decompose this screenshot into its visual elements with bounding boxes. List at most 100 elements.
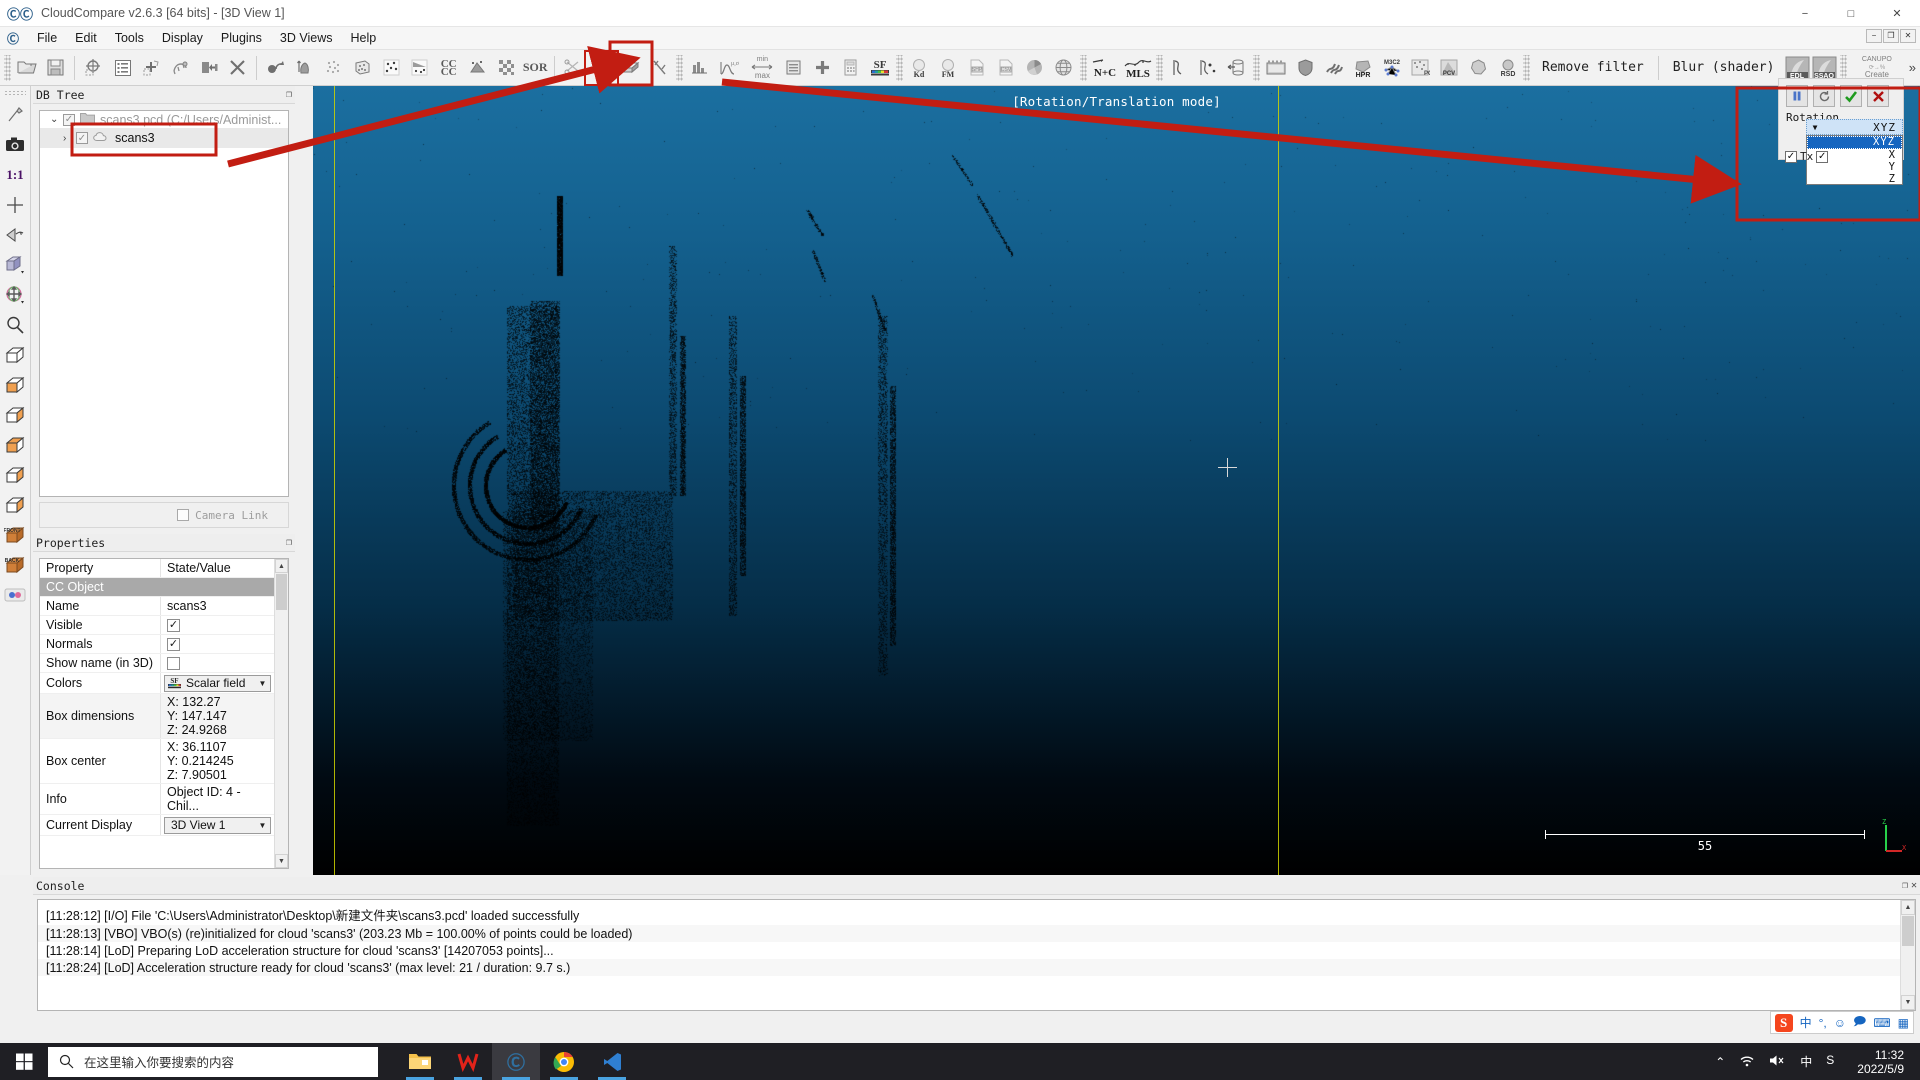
fm-icon[interactable]: FM xyxy=(934,53,963,83)
zoom-icon[interactable] xyxy=(1,310,29,340)
menu-item-tools[interactable]: Tools xyxy=(106,29,153,47)
zoom-1-1-icon[interactable]: 1:1 xyxy=(1,160,29,190)
toolbar-grip[interactable] xyxy=(1523,54,1530,81)
box-icon[interactable] xyxy=(616,53,645,83)
show-name-checkbox[interactable] xyxy=(167,656,180,670)
apps-icon[interactable]: ▦ xyxy=(1898,1016,1909,1030)
camera-snapshot-icon[interactable] xyxy=(1,130,29,160)
mdi-restore-button[interactable]: ❐ xyxy=(1883,29,1899,43)
view-left-icon[interactable] xyxy=(1,400,29,430)
pcd-icon[interactable]: PCD xyxy=(1406,53,1435,83)
ime-mode-chinese[interactable]: 中 xyxy=(1800,1014,1812,1031)
vscode-icon[interactable] xyxy=(588,1043,636,1080)
search-input[interactable]: 在这里输入你要搜索的内容 xyxy=(48,1046,378,1077)
undock-icon[interactable]: ❐ xyxy=(1902,880,1908,891)
reset-icon[interactable] xyxy=(1813,85,1835,107)
rotate-section-icon[interactable] xyxy=(1222,53,1251,83)
poly-icon[interactable] xyxy=(1165,53,1194,83)
pick-rotation-center-icon[interactable] xyxy=(1,100,29,130)
rotation-option-xyz[interactable]: XYZ xyxy=(1807,136,1902,149)
mls-icon[interactable]: MLS xyxy=(1121,53,1154,83)
blur-shader-button[interactable]: Blur (shader) xyxy=(1663,56,1785,79)
rotation-axis-combobox[interactable]: ▼ XYZ xyxy=(1806,119,1903,135)
sogou-icon[interactable]: S xyxy=(1826,1053,1843,1070)
histogram-icon[interactable] xyxy=(685,53,714,83)
toolbar-grip[interactable] xyxy=(1155,54,1163,81)
fit-plane-icon[interactable] xyxy=(405,53,434,83)
point-cloud-render[interactable] xyxy=(313,86,1920,875)
expression-icon[interactable]: 🗩 xyxy=(1853,1012,1866,1033)
view-front-icon[interactable]: FRONT xyxy=(1,520,29,550)
shield-icon[interactable] xyxy=(1291,53,1320,83)
remove-filter-button[interactable]: Remove filter xyxy=(1532,56,1654,79)
properties-dock-buttons[interactable]: ❐ xyxy=(286,537,292,548)
view-toolbar-grip[interactable] xyxy=(4,90,26,97)
mdi-close-button[interactable]: ✕ xyxy=(1900,29,1916,43)
3d-viewport[interactable]: [Rotation/Translation mode] 55 Z X xyxy=(313,86,1920,875)
toolbar-grip[interactable] xyxy=(896,54,903,81)
translate-rotate-icon[interactable] xyxy=(584,49,620,86)
scroll-down-icon[interactable]: ▼ xyxy=(275,854,288,868)
wps-icon[interactable] xyxy=(444,1043,492,1080)
display-options-icon[interactable] xyxy=(1,250,29,280)
toolbar-overflow-button[interactable]: » xyxy=(1905,60,1920,75)
rotation-axis-icon[interactable] xyxy=(1,280,29,310)
db-tree-dock-buttons[interactable]: ❐ xyxy=(286,89,292,100)
menu-item-file[interactable]: File xyxy=(28,29,66,47)
cloud-bbox-icon[interactable] xyxy=(348,53,377,83)
film-icon[interactable] xyxy=(1262,53,1291,83)
cloudcompare-icon[interactable]: Ⓒ xyxy=(492,1043,540,1080)
sor-filter-icon[interactable]: SOR xyxy=(521,53,550,83)
view-bottom-icon[interactable] xyxy=(1,370,29,400)
smiley-icon[interactable]: ☺ xyxy=(1834,1016,1846,1030)
normals-icon[interactable] xyxy=(290,53,319,83)
open-file-icon[interactable] xyxy=(13,53,42,83)
mdi-minimize-button[interactable]: − xyxy=(1866,29,1882,43)
minmax-icon[interactable]: min max xyxy=(746,53,779,83)
minimize-button[interactable]: − xyxy=(1782,0,1828,27)
menu-item-plugins[interactable]: Plugins xyxy=(212,29,271,47)
db-tree-list[interactable]: ⌄ ✓ scans3.pcd (C:/Users/Administ... › ✓… xyxy=(39,110,289,497)
tx-checkbox[interactable]: ✓ xyxy=(1785,150,1797,163)
waves-icon[interactable] xyxy=(1319,53,1348,83)
ime-punctuation-icon[interactable]: °, xyxy=(1819,1016,1827,1030)
scroll-up-icon[interactable]: ▲ xyxy=(275,559,288,573)
view-iso1-icon[interactable] xyxy=(1,460,29,490)
maximize-button[interactable]: □ xyxy=(1828,0,1874,27)
tree-item-checkbox[interactable]: ✓ xyxy=(63,113,75,126)
view-top-icon[interactable] xyxy=(1,340,29,370)
wifi-icon[interactable] xyxy=(1739,1054,1755,1070)
merge-icon[interactable] xyxy=(195,53,224,83)
normals-checkbox[interactable]: ✓ xyxy=(167,637,180,651)
clock[interactable]: 11:32 2022/5/9 xyxy=(1857,1048,1904,1076)
gaussian-icon[interactable]: μ,σ xyxy=(713,53,746,83)
toggle-perspective-icon[interactable] xyxy=(1,220,29,250)
sf-add-icon[interactable] xyxy=(808,53,837,83)
chevron-down-icon[interactable]: ▼ xyxy=(1807,123,1823,132)
kd-tree-icon[interactable]: Kd xyxy=(905,53,934,83)
shp-export-icon[interactable]: SHP xyxy=(962,53,991,83)
tree-item-checkbox[interactable]: ✓ xyxy=(76,132,88,144)
poisson-icon[interactable] xyxy=(1464,53,1493,83)
windows-start-icon[interactable] xyxy=(0,1043,48,1080)
current-display-combobox[interactable]: 3D View 1 ▼ xyxy=(164,816,271,834)
subsample-icon[interactable] xyxy=(319,53,348,83)
visible-checkbox[interactable]: ✓ xyxy=(167,618,180,632)
undock-icon[interactable]: ❐ xyxy=(286,537,292,548)
file-explorer-icon[interactable] xyxy=(396,1043,444,1080)
pie-icon[interactable] xyxy=(1020,53,1049,83)
scissors-icon[interactable] xyxy=(559,53,588,83)
lightning-icon[interactable] xyxy=(645,53,674,83)
chevron-up-icon[interactable]: ⌃ xyxy=(1715,1055,1725,1069)
cancel-cross-icon[interactable] xyxy=(1867,85,1889,107)
camera-link-checkbox[interactable] xyxy=(177,509,190,521)
scroll-up-icon[interactable]: ▲ xyxy=(1901,900,1915,915)
chevron-down-icon[interactable]: ▼ xyxy=(255,818,270,833)
pcv-icon[interactable]: PCV xyxy=(1435,53,1464,83)
keyboard-icon[interactable]: ⌨ xyxy=(1873,1016,1890,1030)
console-scrollbar[interactable]: ▲ ▼ xyxy=(1900,900,1915,1010)
globe-icon[interactable] xyxy=(1049,53,1078,83)
close-button[interactable]: ✕ xyxy=(1874,0,1920,27)
global-shift-icon[interactable] xyxy=(79,53,108,83)
sf-delete-icon[interactable] xyxy=(779,53,808,83)
